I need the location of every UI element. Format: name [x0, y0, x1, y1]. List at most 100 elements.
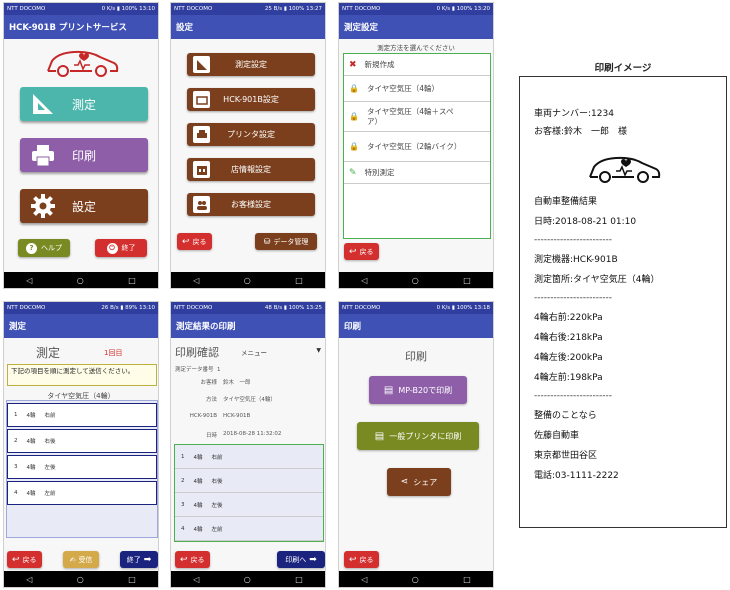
list-item[interactable]: 2 4輪 右後: [7, 429, 157, 453]
lock-icon: 🔒: [349, 142, 359, 151]
list-item-tire-4[interactable]: 🔒 タイヤ空気圧（4輪）: [344, 76, 490, 102]
recents-nav-icon[interactable]: □: [463, 575, 471, 584]
printer-icon: [32, 145, 54, 167]
back-nav-icon[interactable]: ◁: [361, 575, 367, 584]
receipt-location: 測定箇所:タイヤ空気圧（4輪）: [534, 275, 660, 285]
home-nav-icon[interactable]: ○: [412, 276, 419, 285]
exit-button[interactable]: ⏻ 終了: [95, 239, 147, 257]
receive-button[interactable]: ✍ 受信: [63, 551, 99, 568]
list-item[interactable]: 3 4輪 左後: [7, 455, 157, 479]
receipt-heading: 印刷イメージ: [594, 63, 652, 74]
recents-nav-icon[interactable]: □: [295, 276, 303, 285]
back-button[interactable]: ↩ 戻る: [344, 551, 379, 568]
status-bar: NTT DOCOMO 0 K/s ▮ 100% 13:18: [339, 302, 493, 314]
recents-nav-icon[interactable]: □: [295, 575, 303, 584]
go-print-button[interactable]: 印刷へ ➡: [277, 551, 325, 568]
help-button[interactable]: ? ヘルプ: [18, 239, 70, 257]
page-title: 印刷: [405, 350, 427, 363]
receive-icon: ✍: [69, 555, 76, 564]
data-management-button[interactable]: ⛁ データ管理: [255, 233, 317, 250]
receipt-value: 4輪左前:198kPa: [534, 373, 603, 383]
dropdown-icon: ▼: [316, 347, 321, 354]
finish-button[interactable]: 終了 ➡: [120, 551, 158, 568]
app-bar-title: 設定: [171, 15, 325, 39]
receipt-divider: ------------------------: [534, 391, 612, 401]
phone-print-confirm-screen: NTT DOCOMO 48 B/s ▮ 100% 13:25 測定結果の印刷 印刷…: [170, 301, 326, 588]
app-bar-title: HCK-901B プリントサービス: [4, 15, 158, 39]
device-settings-button[interactable]: HCK-901B設定: [187, 88, 315, 111]
share-button[interactable]: ⋖ シェア: [387, 468, 451, 496]
device-box-icon: [193, 91, 210, 108]
customer-settings-button[interactable]: お客様設定: [187, 193, 315, 216]
forward-arrow-icon: ➡: [309, 554, 317, 565]
triangle-ruler-icon: [33, 94, 53, 114]
back-nav-icon[interactable]: ◁: [361, 276, 367, 285]
home-nav-icon[interactable]: ○: [77, 276, 84, 285]
lock-icon: 🔒: [349, 84, 359, 93]
back-button[interactable]: ↩ 戻る: [175, 551, 210, 568]
home-nav-icon[interactable]: ○: [412, 575, 419, 584]
car-heart-logo-icon: [589, 156, 661, 183]
share-icon: ⋖: [400, 477, 409, 487]
recents-nav-icon[interactable]: □: [128, 276, 136, 285]
pencil-icon: ✎: [349, 167, 357, 178]
back-arrow-icon: ↩: [12, 554, 20, 565]
back-button[interactable]: ↩ 戻る: [344, 243, 379, 260]
mp-b20-print-button[interactable]: ▤ MP-B20で印刷: [369, 376, 467, 404]
phone-settings-screen: NTT DOCOMO 25 B/s ▮ 100% 13:27 設定 測定設定 HC…: [170, 2, 326, 289]
lock-icon: 🔒: [349, 112, 359, 121]
measure-settings-button[interactable]: 測定設定: [187, 53, 315, 76]
receipt-address: 東京都世田谷区: [534, 451, 598, 461]
back-arrow-icon: ↩: [182, 236, 190, 247]
home-nav-icon[interactable]: ○: [77, 575, 84, 584]
database-icon: ⛁: [263, 237, 271, 246]
method-list: ✖ 新規作成 🔒 タイヤ空気圧（4輪） 🔒 タイヤ空気圧（4輪＋スペア） 🔒 タイヤ空気…: [343, 53, 491, 239]
car-heart-logo-icon: [47, 50, 119, 77]
printer-settings-button[interactable]: プリンタ設定: [187, 123, 315, 146]
android-nav-bar: ◁ ○ □: [339, 272, 493, 288]
receipt-plate: 車両ナンバー:1234: [534, 109, 614, 119]
list-item[interactable]: 1 4輪 右前: [7, 403, 157, 427]
receipt-customer: お客様:鈴木 一郎 様: [534, 127, 628, 137]
menu-dropdown[interactable]: メニュー ▼: [241, 347, 321, 357]
result-list: 1 4輪 右前 2 4輪 右後 3 4輪 左後 4 4輪 左前: [174, 444, 324, 542]
recents-nav-icon[interactable]: □: [128, 575, 136, 584]
printer-icon: ▤: [383, 384, 394, 396]
back-nav-icon[interactable]: ◁: [193, 575, 199, 584]
list-item-new[interactable]: ✖ 新規作成: [344, 54, 490, 76]
back-arrow-icon: ↩: [349, 246, 357, 257]
forward-arrow-icon: ➡: [143, 554, 152, 565]
count-badge: 1回目: [104, 349, 123, 357]
field-row: 日時 2018-08-28 11:32:02: [205, 431, 282, 439]
shop-settings-button[interactable]: 店情報設定: [187, 158, 315, 181]
tools-icon: ✖: [349, 59, 357, 70]
settings-button[interactable]: 設定: [20, 189, 148, 223]
android-nav-bar: ◁ ○ □: [171, 571, 325, 587]
home-nav-icon[interactable]: ○: [244, 575, 251, 584]
general-printer-button[interactable]: ▤ 一般プリンタに印刷: [357, 422, 479, 450]
back-nav-icon[interactable]: ◁: [193, 276, 199, 285]
list-item-tire-bike[interactable]: 🔒 タイヤ空気圧（2輪バイク）: [344, 132, 490, 162]
back-nav-icon[interactable]: ◁: [26, 575, 32, 584]
status-bar: NTT DOCOMO 26 B/s ▮ 89% 13:10: [4, 302, 158, 314]
measure-button[interactable]: 測定: [20, 87, 148, 121]
printer-icon: ▤: [374, 430, 385, 442]
recents-nav-icon[interactable]: □: [463, 276, 471, 285]
question-icon: ?: [26, 242, 37, 254]
back-button[interactable]: ↩ 戻る: [177, 233, 212, 250]
receipt-result-title: 自動車整備結果: [534, 197, 598, 207]
receipt-shop: 佐藤自動車: [534, 431, 580, 441]
list-item-tire-4-spare[interactable]: 🔒 タイヤ空気圧（4輪＋スペア）: [344, 102, 490, 132]
back-button[interactable]: ↩ 戻る: [7, 551, 42, 568]
gear-icon: [31, 194, 55, 218]
shop-icon: [193, 161, 210, 178]
list-item-special[interactable]: ✎ 特別測定: [344, 162, 490, 184]
status-bar: NTT DOCOMO 48 B/s ▮ 100% 13:25: [171, 302, 325, 314]
list-item[interactable]: 4 4輪 左前: [7, 481, 157, 505]
home-nav-icon[interactable]: ○: [244, 276, 251, 285]
people-icon: [193, 196, 210, 213]
receipt-datetime: 日時:2018-08-21 01:10: [534, 217, 637, 227]
back-arrow-icon: ↩: [349, 554, 357, 565]
back-nav-icon[interactable]: ◁: [26, 276, 32, 285]
print-button[interactable]: 印刷: [20, 138, 148, 172]
